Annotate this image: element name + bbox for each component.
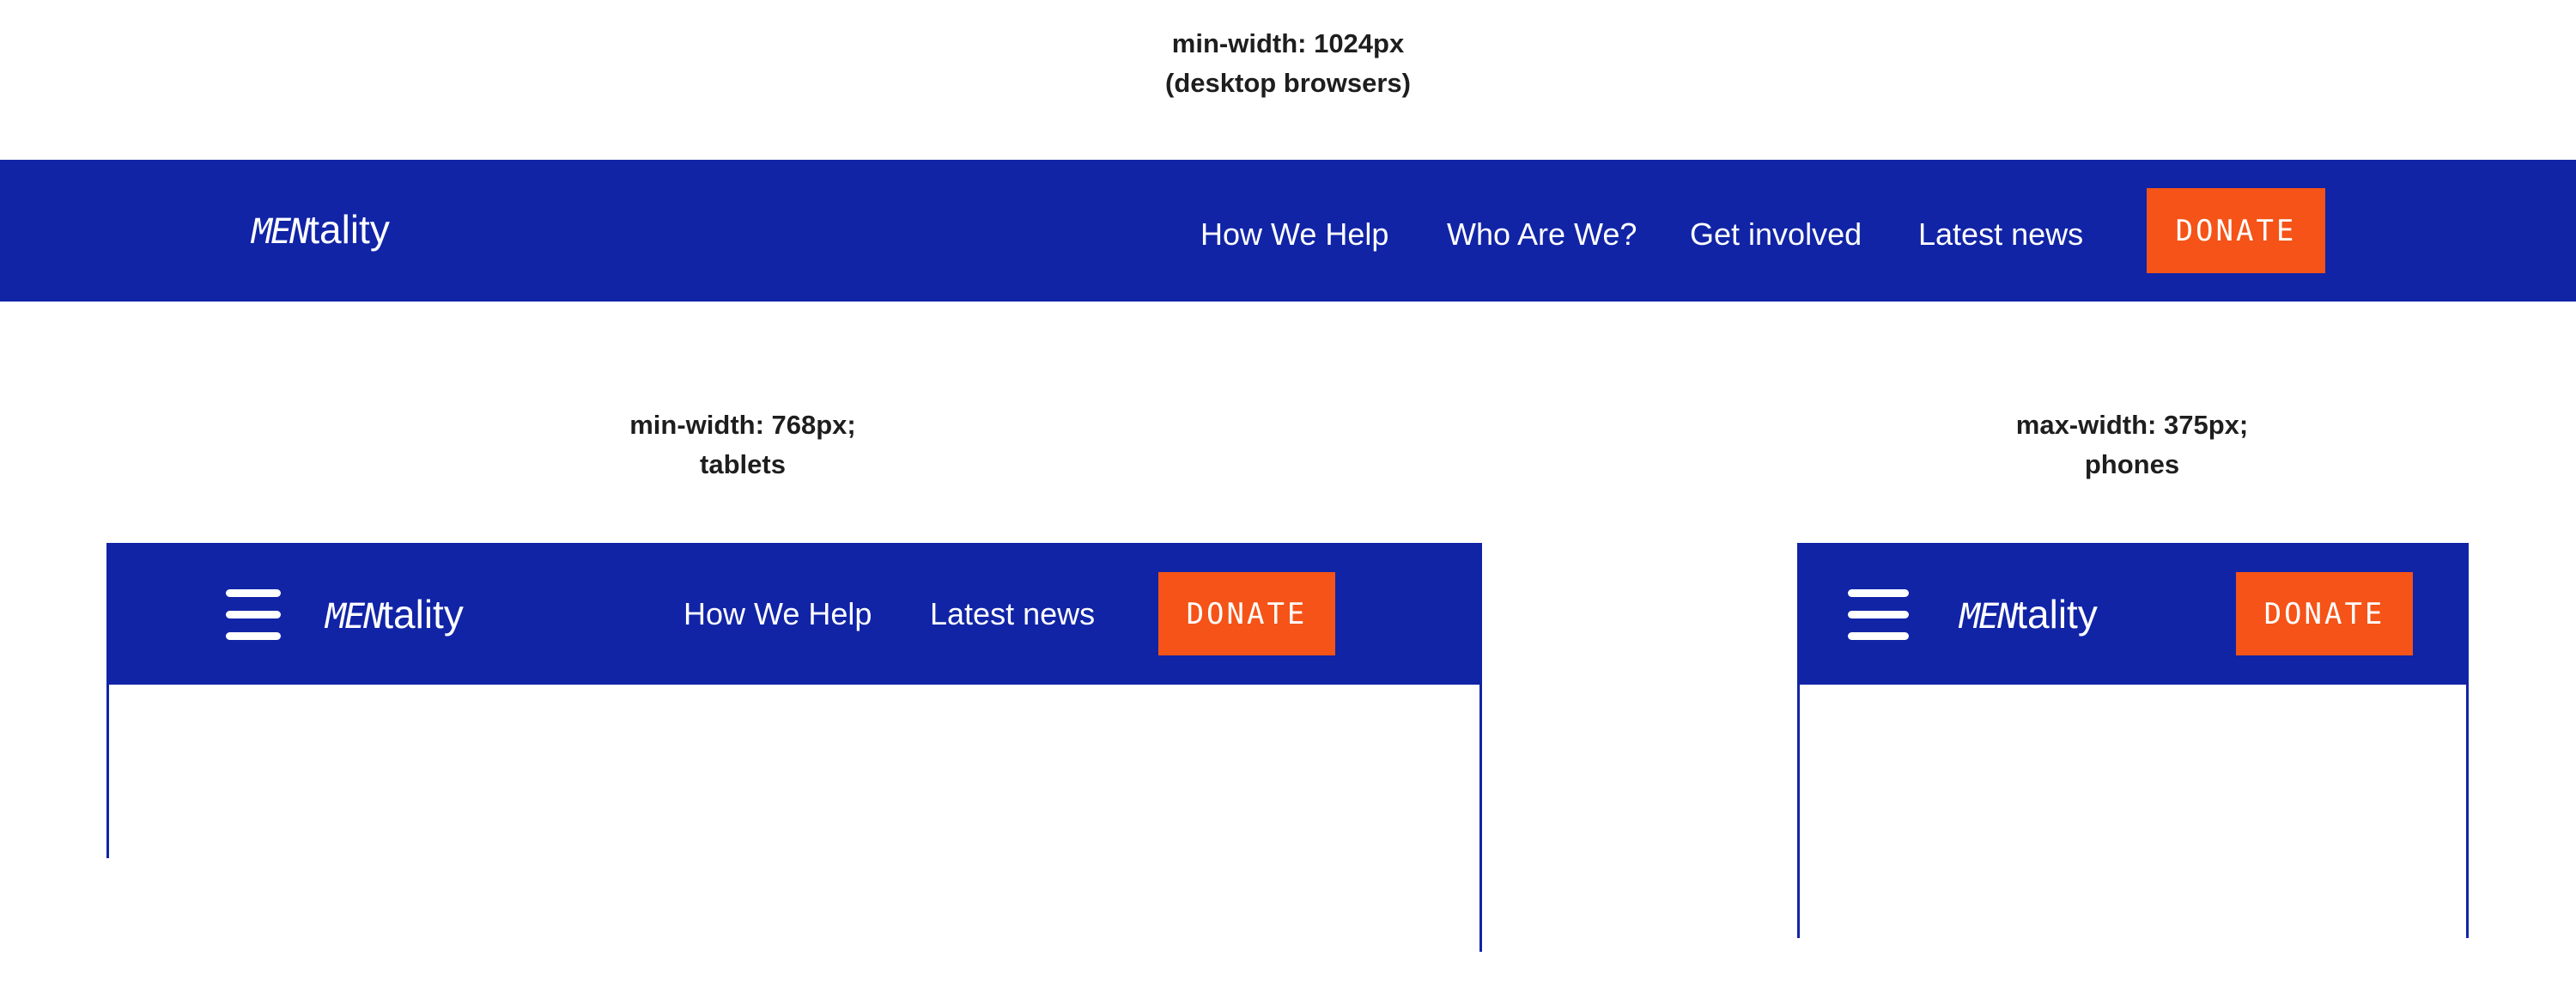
- desktop-caption-line2: (desktop browsers): [1165, 68, 1411, 98]
- tablet-frame-right: [1479, 685, 1482, 952]
- tablet-caption: min-width: 768px; tablets: [485, 405, 1000, 484]
- tablet-caption-line2: tablets: [700, 449, 786, 479]
- desktop-logo[interactable]: MENtality: [252, 206, 390, 253]
- hamburger-icon[interactable]: [226, 586, 281, 641]
- hamburger-icon[interactable]: [1848, 586, 1909, 641]
- desktop-donate-button[interactable]: DONATE: [2147, 188, 2325, 273]
- logo-men: MEN: [252, 212, 310, 252]
- phone-frame-right: [2466, 685, 2469, 938]
- nav-how-we-help[interactable]: How We Help: [683, 596, 872, 632]
- phone-caption: max-width: 375px; phones: [1874, 405, 2390, 484]
- nav-how-we-help[interactable]: How We Help: [1200, 216, 1388, 253]
- nav-get-involved[interactable]: Get involved: [1690, 216, 1862, 253]
- tablet-donate-button[interactable]: DONATE: [1158, 572, 1335, 655]
- logo-men: MEN: [325, 597, 384, 637]
- phone-frame-left: [1797, 685, 1800, 938]
- phone-logo[interactable]: MENtality: [1959, 591, 2098, 637]
- tablet-caption-line1: min-width: 768px;: [629, 410, 856, 440]
- logo-men: MEN: [1959, 597, 2018, 637]
- nav-latest-news[interactable]: Latest news: [930, 596, 1095, 632]
- phone-donate-button[interactable]: DONATE: [2236, 572, 2413, 655]
- tablet-frame-left: [106, 685, 109, 858]
- phone-caption-line1: max-width: 375px;: [2015, 410, 2249, 440]
- logo-rest: tality: [308, 207, 390, 252]
- phone-caption-line2: phones: [2084, 449, 2180, 479]
- desktop-caption-line1: min-width: 1024px: [1171, 28, 1405, 58]
- logo-rest: tality: [2016, 592, 2098, 637]
- nav-latest-news[interactable]: Latest news: [1918, 216, 2083, 253]
- logo-rest: tality: [382, 592, 464, 637]
- nav-who-are-we[interactable]: Who Are We?: [1447, 216, 1637, 253]
- desktop-caption: min-width: 1024px (desktop browsers): [1030, 24, 1546, 103]
- tablet-logo[interactable]: MENtality: [325, 591, 464, 637]
